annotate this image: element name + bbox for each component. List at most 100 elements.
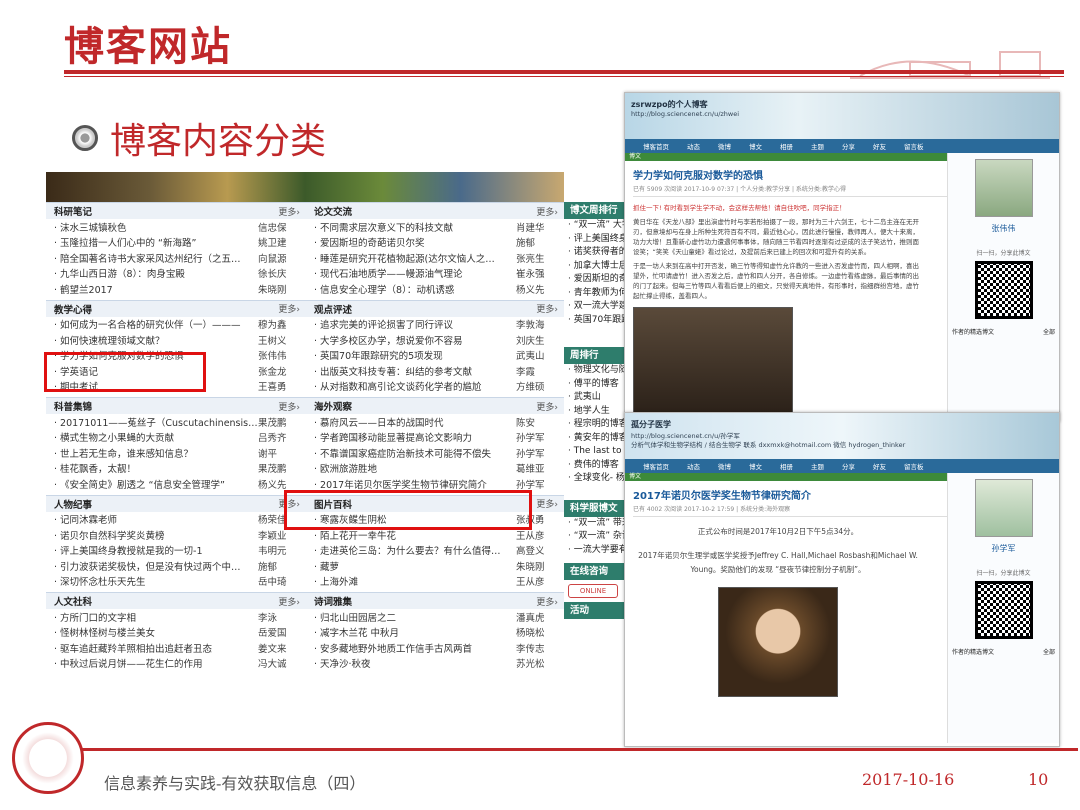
post-link[interactable]: · 怪树林怪树与楼兰美女	[54, 625, 258, 639]
post-author[interactable]: 施郁	[516, 235, 560, 249]
nav-tab[interactable]: 动态	[687, 141, 700, 151]
post-link[interactable]: · 大学多校区办学，想说爱你不容易	[314, 333, 516, 347]
post-link[interactable]: · 2017年诺贝尔医学奖生物节律研究简介	[314, 477, 516, 491]
post-link[interactable]: · 驱车追赶藏羚羊照相拍出追赶者丑态	[54, 641, 258, 655]
post-author[interactable]: 岳爱国	[258, 625, 302, 639]
more-link[interactable]: 更多›	[536, 400, 558, 413]
post-link[interactable]: · 桂花飘香，太靓！	[54, 461, 258, 475]
list-item[interactable]: · 驱车追赶藏羚羊照相拍出追赶者丑态 姜文来	[46, 640, 306, 656]
author-name[interactable]: 张伟伟	[948, 223, 1059, 234]
list-item[interactable]: · 如何快速梳理领域文献？ 王树义	[46, 332, 306, 348]
more-link[interactable]: 更多›	[278, 400, 300, 413]
post-link[interactable]: · 信息安全心理学（8）：动机诱惑	[314, 282, 516, 296]
post-link[interactable]: · 陪全国著名诗书大家采风达州纪行（之五…	[54, 251, 258, 265]
list-item[interactable]: · 英国70年跟踪研究的5项发现 武夷山	[306, 348, 564, 364]
nav-tab[interactable]: 微博	[718, 141, 731, 151]
post-link[interactable]: · 现代石油地质学——幔源油气理论	[314, 266, 516, 280]
post-author[interactable]: 武夷山	[516, 348, 560, 362]
post-author[interactable]: 谢平	[258, 446, 302, 460]
post-author[interactable]: 向鼠源	[258, 251, 302, 265]
nav-tab[interactable]: 微博	[718, 461, 731, 471]
nav-tab[interactable]: 主题	[811, 461, 824, 471]
nav-tab[interactable]: 博客首页	[643, 461, 669, 471]
list-item[interactable]: · 深切怀念杜乐天先生 岳中琦	[46, 574, 306, 590]
list-item[interactable]: · 现代石油地质学——幔源油气理论 崔永强	[306, 266, 564, 282]
nav-tab[interactable]: 好友	[873, 141, 886, 151]
post-author[interactable]: 张亮生	[516, 251, 560, 265]
post-author[interactable]: 孙学军	[516, 446, 560, 460]
post-link[interactable]: · 走进英伦三岛：为什么要去？有什么值得…	[314, 543, 516, 557]
post-link[interactable]: · 睡莲是研究开花植物起源(达尔文恼人之…	[314, 251, 516, 265]
more-link[interactable]: 更多›	[536, 302, 558, 315]
list-item[interactable]: · 安多藏地野外地质工作信手古风两首 李传志	[306, 640, 564, 656]
nav-tab[interactable]: 留言板	[904, 461, 924, 471]
post-author[interactable]: 刘庆生	[516, 333, 560, 347]
post-link[interactable]: · 《安全简史》剧透之 “信息安全管理学”	[54, 477, 258, 491]
post-author[interactable]: 杨义先	[516, 282, 560, 296]
section-title[interactable]: 人文社科	[54, 594, 92, 608]
post-link[interactable]: · 不同需求层次意义下的科技文献	[314, 220, 516, 234]
post-link[interactable]: · 方所门口的文字相	[54, 610, 258, 624]
list-item[interactable]: · 不靠谱国家癌症防治新技术可能得不偿失 孙学军	[306, 445, 564, 461]
post-author[interactable]: 王喜勇	[258, 379, 302, 393]
more-link[interactable]: 更多›	[278, 302, 300, 315]
more-link[interactable]: 更多›	[536, 205, 558, 218]
list-item[interactable]: · 桂花飘香，太靓！ 果茂鹏	[46, 461, 306, 477]
list-item[interactable]: · 20171011——菟丝子（Cuscutachinensis… 果茂鹏	[46, 414, 306, 430]
post-link[interactable]: · 欧洲旅游胜地	[314, 461, 516, 475]
list-item[interactable]: · 九华山西日游（8）：肉身宝殿 徐长庆	[46, 266, 306, 282]
post-author[interactable]: 高登义	[516, 543, 560, 557]
post-author[interactable]: 张伟伟	[258, 348, 302, 362]
list-item[interactable]: · 追求完美的评论损害了同行评议 李敦海	[306, 317, 564, 333]
more-link[interactable]: 更多›	[278, 595, 300, 608]
nav-tab[interactable]: 相册	[780, 141, 793, 151]
post-link[interactable]: · 慕府风云——日本的战国时代	[314, 415, 516, 429]
post-link[interactable]: · 中秋过后说月饼——花生仁的作用	[54, 656, 258, 670]
list-item[interactable]: · 不同需求层次意义下的科技文献 肖建华	[306, 219, 564, 235]
post-author[interactable]: 王从彦	[516, 574, 560, 588]
list-item[interactable]: · 诺贝尔自然科学奖炎黄榜 李颖业	[46, 527, 306, 543]
list-item[interactable]: · 怪树林怪树与楼兰美女 岳爱国	[46, 625, 306, 641]
post-link[interactable]: · 记同沐霖老师	[54, 512, 258, 526]
list-item[interactable]: · 评上美国终身教授就是我的一切-1 韦明元	[46, 543, 306, 559]
more-link[interactable]: 更多›	[536, 497, 558, 510]
list-item[interactable]: · 信息安全心理学（8）：动机诱惑 杨义先	[306, 281, 564, 297]
post-author[interactable]: 果茂鹏	[258, 415, 302, 429]
list-item[interactable]: · 玉隆拉措一人们心中的 “新海路” 姚卫建	[46, 235, 306, 251]
nav-tab[interactable]: 博文	[749, 141, 762, 151]
post-link[interactable]: · 上海外滩	[314, 574, 516, 588]
post-link[interactable]: · 学者跨国移动能显著提高论文影响力	[314, 430, 516, 444]
list-item[interactable]: · 欧洲旅游胜地 葛维亚	[306, 461, 564, 477]
list-item[interactable]: · 世上若无生命，谁来感知信息？ 谢平	[46, 445, 306, 461]
nav-tab[interactable]: 相册	[780, 461, 793, 471]
featured-posts-more[interactable]: 全部	[1043, 327, 1055, 336]
list-item[interactable]: · 中秋过后说月饼——花生仁的作用 冯大诚	[46, 656, 306, 672]
section-title[interactable]: 教学心得	[54, 302, 92, 316]
post-link[interactable]: · 深切怀念杜乐天先生	[54, 574, 258, 588]
list-item[interactable]: · 藏萝 朱晓刚	[306, 558, 564, 574]
post-author[interactable]: 吕秀齐	[258, 430, 302, 444]
list-item[interactable]: · 引力波获诺奖极快，但是没有快过两个中… 施郁	[46, 558, 306, 574]
post-author[interactable]: 方维硕	[516, 379, 560, 393]
section-title[interactable]: 诗词雅集	[314, 594, 352, 608]
post-link[interactable]: · 引力波获诺奖极快，但是没有快过两个中…	[54, 559, 258, 573]
post-link[interactable]: · 出版英文科技专著：纠结的参考文献	[314, 364, 516, 378]
section-title[interactable]: 科研笔记	[54, 204, 92, 218]
post-link[interactable]: · 评上美国终身教授就是我的一切-1	[54, 543, 258, 557]
list-item[interactable]: · 归北山田园居之二 潘真虎	[306, 609, 564, 625]
list-item[interactable]: · 陪全国著名诗书大家采风达州纪行（之五… 向鼠源	[46, 250, 306, 266]
nav-tab[interactable]: 主题	[811, 141, 824, 151]
post-link[interactable]: · 安多藏地野外地质工作信手古风两首	[314, 641, 516, 655]
list-item[interactable]: · 从对指数和高引论文谈药化学者的尴尬 方维硕	[306, 379, 564, 395]
post-author[interactable]: 徐长庆	[258, 266, 302, 280]
list-item[interactable]: · 方所门口的文字相 李泳	[46, 609, 306, 625]
nav-tab[interactable]: 动态	[687, 461, 700, 471]
post-link[interactable]: · 藏萝	[314, 559, 516, 573]
post-author[interactable]: 李敦海	[516, 317, 560, 331]
post-link[interactable]: · 不靠谱国家癌症防治新技术可能得不偿失	[314, 446, 516, 460]
post-link[interactable]: · 从对指数和高引论文谈药化学者的尴尬	[314, 379, 516, 393]
featured-posts-more[interactable]: 全部	[1043, 647, 1055, 656]
author-name[interactable]: 孙学军	[948, 543, 1059, 554]
post-author[interactable]: 信忠保	[258, 220, 302, 234]
post-author[interactable]: 李泳	[258, 610, 302, 624]
